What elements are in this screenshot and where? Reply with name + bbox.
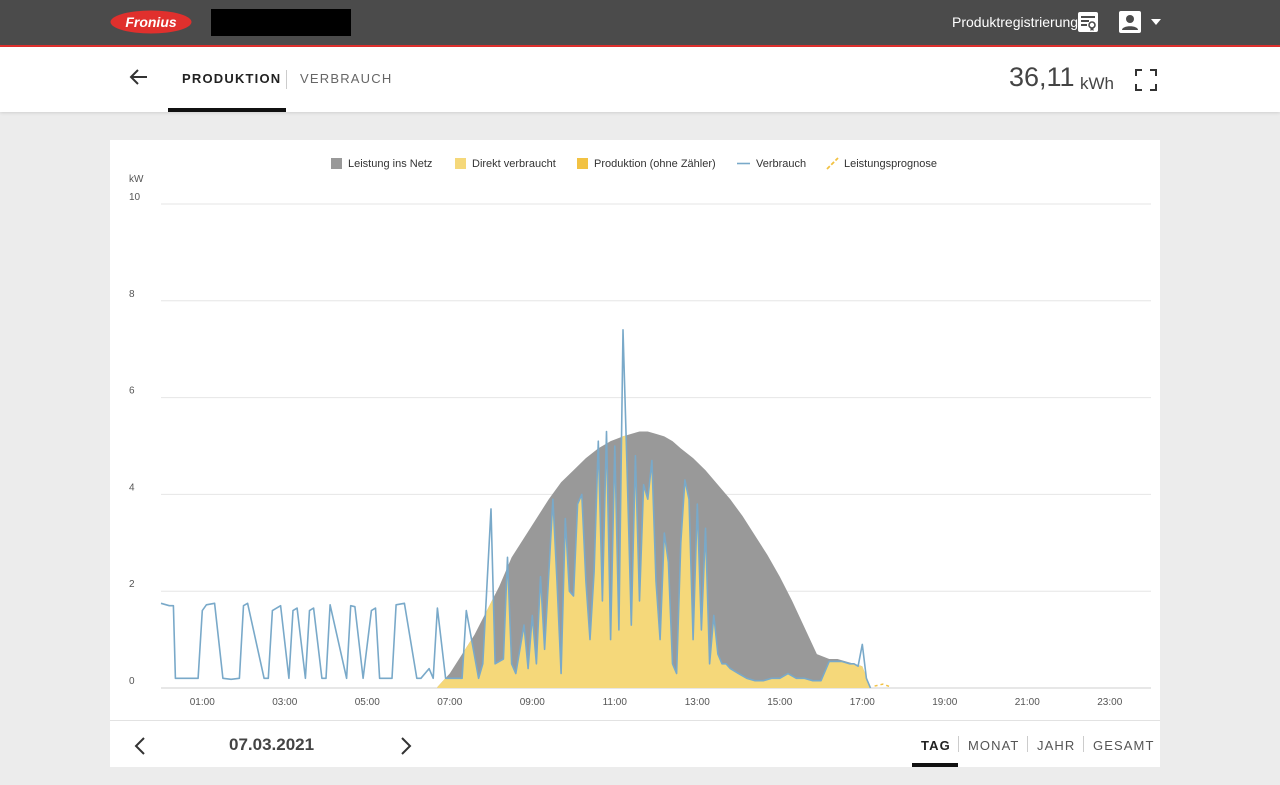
legend-label: Leistung ins Netz bbox=[348, 158, 432, 170]
x-tick-label: 17:00 bbox=[850, 697, 875, 708]
total-energy-value: 36,11 bbox=[1009, 62, 1075, 92]
caret-down-icon[interactable] bbox=[1149, 15, 1163, 29]
legend-swatch bbox=[577, 158, 588, 169]
x-tick-label: 07:00 bbox=[437, 697, 462, 708]
range-tab-jahr[interactable]: JAHR bbox=[1037, 738, 1075, 753]
product-registration-link[interactable]: Produktregistrierung bbox=[952, 14, 1078, 30]
range-tab-tag[interactable]: TAG bbox=[921, 738, 951, 753]
chevron-left-icon[interactable] bbox=[132, 736, 148, 756]
y-axis-unit: kW bbox=[129, 174, 144, 185]
y-tick-label: 8 bbox=[129, 289, 135, 300]
series-line-leistungsprognose bbox=[874, 683, 892, 688]
active-tab-indicator bbox=[168, 108, 286, 112]
y-tick-label: 6 bbox=[129, 386, 135, 397]
tab-separator bbox=[286, 70, 287, 89]
x-tick-label: 03:00 bbox=[272, 697, 297, 708]
y-tick-label: 0 bbox=[129, 676, 135, 687]
redacted-system-name bbox=[211, 9, 351, 36]
legend-label: Direkt verbraucht bbox=[472, 158, 556, 170]
x-tick-label: 23:00 bbox=[1097, 697, 1122, 708]
chart-legend: Leistung ins Netz Direkt verbraucht Produk… bbox=[331, 157, 937, 170]
fronius-logo[interactable]: Fronius bbox=[110, 10, 192, 34]
x-tick-label: 21:00 bbox=[1015, 697, 1040, 708]
x-tick-label: 09:00 bbox=[520, 697, 545, 708]
range-tab-gesamt[interactable]: GESAMT bbox=[1093, 738, 1155, 753]
x-tick-label: 01:00 bbox=[190, 697, 215, 708]
x-tick-label: 19:00 bbox=[932, 697, 957, 708]
active-range-indicator bbox=[912, 763, 958, 767]
chevron-right-icon[interactable] bbox=[398, 736, 414, 756]
selected-date[interactable]: 07.03.2021 bbox=[229, 735, 314, 755]
sub-navigation-bar: PRODUKTION VERBRAUCH 36,11 kWh bbox=[0, 47, 1280, 112]
x-tick-label: 05:00 bbox=[355, 697, 380, 708]
y-axis-ticks: 0 2 4 6 8 10 bbox=[129, 192, 141, 687]
legend-label: Leistungsprognose bbox=[844, 158, 937, 170]
y-tick-label: 2 bbox=[129, 579, 135, 590]
x-tick-label: 13:00 bbox=[685, 697, 710, 708]
range-separator bbox=[1083, 736, 1084, 752]
x-tick-label: 15:00 bbox=[767, 697, 792, 708]
fullscreen-icon[interactable] bbox=[1134, 68, 1158, 92]
account-icon[interactable] bbox=[1118, 11, 1142, 33]
legend-swatch bbox=[331, 158, 342, 169]
x-tick-label: 11:00 bbox=[603, 697, 628, 708]
total-energy-unit: kWh bbox=[1080, 74, 1114, 93]
legend-swatch bbox=[455, 158, 466, 169]
footer-divider bbox=[110, 720, 1160, 721]
range-separator bbox=[958, 736, 959, 752]
chart-plot-area bbox=[160, 329, 892, 689]
x-axis-ticks: 01:00 03:00 05:00 07:00 09:00 11:00 13:00 15:00… bbox=[190, 697, 1123, 708]
certificate-icon[interactable] bbox=[1077, 11, 1099, 33]
y-tick-label: 4 bbox=[129, 482, 135, 493]
chart-card: Leistung ins Netz Direkt verbraucht Produk… bbox=[110, 140, 1160, 767]
tab-produktion[interactable]: PRODUKTION bbox=[182, 71, 281, 86]
legend-label: Verbrauch bbox=[756, 158, 806, 170]
top-app-bar: Fronius Produktregistrierung bbox=[0, 0, 1280, 47]
legend-label: Produktion (ohne Zähler) bbox=[594, 158, 716, 170]
range-tab-monat[interactable]: MONAT bbox=[968, 738, 1019, 753]
legend-swatch bbox=[826, 157, 839, 170]
energy-chart[interactable]: Leistung ins Netz Direkt verbraucht Produk… bbox=[110, 140, 1160, 720]
logo-text: Fronius bbox=[125, 14, 177, 30]
back-arrow-icon[interactable] bbox=[129, 67, 149, 87]
y-tick-label: 10 bbox=[129, 192, 141, 203]
range-separator bbox=[1027, 736, 1028, 752]
tab-verbrauch[interactable]: VERBRAUCH bbox=[300, 71, 392, 86]
